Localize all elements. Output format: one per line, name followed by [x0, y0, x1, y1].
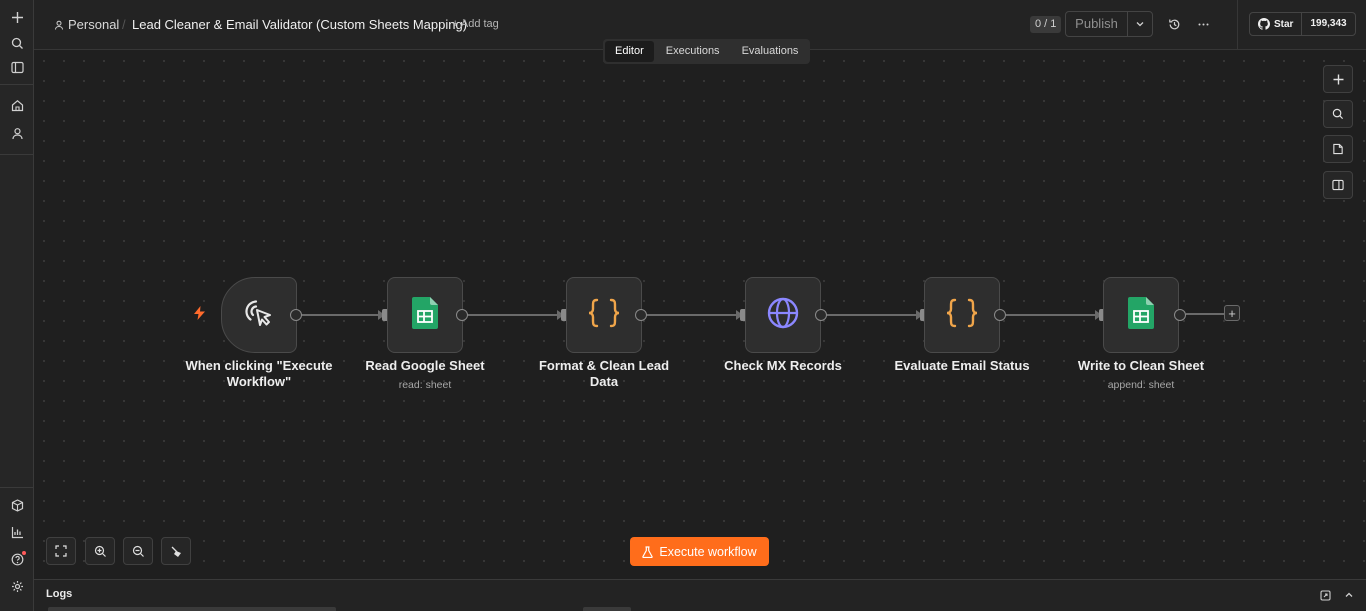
node-label: Check MX Records: [724, 358, 842, 373]
node-label: Evaluate Email Status: [894, 358, 1030, 373]
user-icon[interactable]: [5, 122, 29, 144]
node-subtitle: append: sheet: [1107, 379, 1175, 391]
github-star-button[interactable]: Star: [1250, 13, 1303, 35]
insights-icon[interactable]: [5, 521, 29, 543]
globe-icon: [766, 296, 800, 335]
logs-tab-strip: [48, 607, 336, 611]
logs-panel[interactable]: Logs: [34, 579, 1366, 611]
chevron-up-icon[interactable]: [1342, 588, 1356, 602]
node-label: Write to Clean Sheet: [1077, 358, 1205, 373]
add-tag-button[interactable]: + Add tag: [452, 18, 499, 30]
add-next-node-button[interactable]: +: [1224, 305, 1240, 321]
project-name: Personal: [68, 17, 120, 32]
broom-icon: [171, 546, 181, 557]
output-port[interactable]: [290, 309, 302, 321]
tab-editor[interactable]: Editor: [605, 41, 654, 62]
breadcrumb-separator: /: [122, 17, 126, 32]
view-tabs: Editor Executions Evaluations: [603, 39, 811, 64]
logs-tab-strip: [583, 607, 631, 611]
github-star-count: 199,343: [1310, 18, 1347, 29]
workflow-canvas[interactable]: When clicking "Execute Workflow" Read Go…: [34, 51, 1366, 579]
notification-dot: [22, 551, 26, 555]
node-manual-trigger[interactable]: [221, 277, 297, 353]
output-port[interactable]: [1174, 309, 1186, 321]
tidy-up-button[interactable]: [161, 537, 191, 565]
search-nodes-button[interactable]: [1323, 100, 1353, 128]
google-sheets-icon: [1128, 296, 1154, 334]
node-format-clean-lead-data[interactable]: [566, 277, 642, 353]
publish-split-button: Publish: [1065, 11, 1153, 37]
zoom-out-button[interactable]: [123, 537, 153, 565]
cursor-click-icon: [242, 296, 276, 335]
zoom-in-button[interactable]: [85, 537, 115, 565]
version-count-badge: 0 / 1: [1030, 16, 1062, 33]
execute-workflow-label: Execute workflow: [659, 544, 757, 559]
trigger-bolt-icon: [194, 306, 205, 323]
fit-view-icon: [55, 545, 67, 557]
home-icon[interactable]: [5, 94, 29, 116]
github-icon: [1258, 18, 1270, 30]
node-label: When clicking "Execute Workflow": [185, 358, 333, 389]
node-label: Format & Clean Lead Data: [538, 358, 670, 389]
sticky-note-button[interactable]: [1323, 135, 1353, 163]
zoom-in-icon: [94, 545, 106, 557]
settings-gear-icon[interactable]: [5, 575, 29, 597]
project-breadcrumb[interactable]: Personal: [54, 17, 119, 32]
history-icon[interactable]: [1165, 15, 1183, 33]
output-port[interactable]: [635, 309, 647, 321]
publish-button[interactable]: Publish: [1066, 12, 1128, 36]
output-port[interactable]: [994, 309, 1006, 321]
node-read-google-sheet[interactable]: [387, 277, 463, 353]
github-star-label: Star: [1274, 18, 1294, 30]
output-port[interactable]: [456, 309, 468, 321]
github-star-widget[interactable]: Star 199,343: [1249, 12, 1356, 36]
tab-evaluations[interactable]: Evaluations: [732, 41, 809, 62]
help-icon[interactable]: [5, 548, 29, 570]
workflow-title[interactable]: Lead Cleaner & Email Validator (Custom S…: [132, 17, 467, 32]
node-write-clean-sheet[interactable]: [1103, 277, 1179, 353]
fit-view-button[interactable]: [46, 537, 76, 565]
new-icon[interactable]: [5, 6, 29, 28]
google-sheets-icon: [412, 296, 438, 334]
node-evaluate-email-status[interactable]: [924, 277, 1000, 353]
tab-executions[interactable]: Executions: [656, 41, 730, 62]
toggle-panel-button[interactable]: [1323, 171, 1353, 199]
chevron-down-icon[interactable]: [1128, 12, 1152, 36]
node-check-mx-records[interactable]: [745, 277, 821, 353]
left-sidebar: [0, 0, 34, 611]
zoom-out-icon: [132, 545, 144, 557]
pop-out-icon[interactable]: [1318, 588, 1332, 602]
output-port[interactable]: [815, 309, 827, 321]
execute-workflow-button[interactable]: Execute workflow: [630, 537, 769, 566]
flask-icon: [642, 545, 654, 558]
node-subtitle: read: sheet: [398, 379, 452, 391]
more-options-icon[interactable]: [1194, 15, 1212, 33]
search-icon[interactable]: [5, 32, 29, 54]
templates-icon[interactable]: [5, 494, 29, 516]
add-node-button[interactable]: [1323, 65, 1353, 93]
logs-label: Logs: [46, 588, 73, 600]
user-small-icon: [55, 20, 63, 30]
panel-toggle-icon[interactable]: [5, 56, 29, 78]
code-braces-icon: [945, 298, 979, 333]
code-braces-icon: [587, 298, 621, 333]
node-label: Read Google Sheet: [365, 358, 485, 373]
